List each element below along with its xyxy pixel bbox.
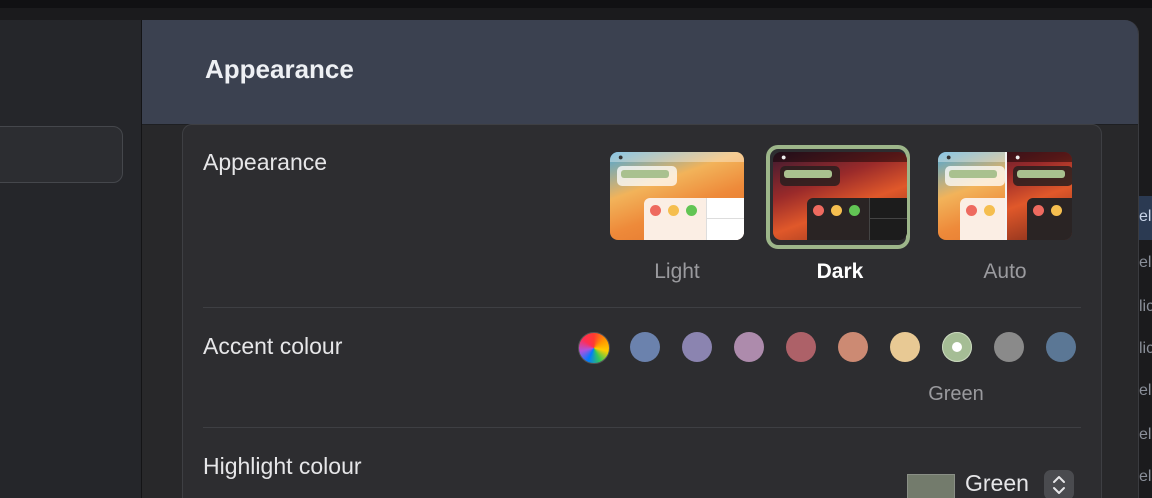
highlight-popup-button[interactable] — [1044, 470, 1074, 498]
edge-text: el — [1139, 208, 1152, 225]
accent-swatch-graphite[interactable] — [994, 332, 1024, 362]
top-bar — [0, 0, 1152, 8]
accent-colour-label: Accent colour — [203, 333, 343, 359]
edge-text: el — [1139, 382, 1152, 399]
window-header: Appearance — [142, 20, 1138, 125]
row-divider — [203, 427, 1081, 428]
theme-option-auto[interactable]: ● ● Auto — [937, 152, 1073, 284]
edge-text: lic — [1139, 340, 1152, 357]
selected-dot-icon — [952, 342, 962, 352]
settings-window: Appearance Appearance ● Light ● Dark ● ●… — [142, 20, 1139, 498]
row-divider — [203, 307, 1081, 308]
sidebar-search-field[interactable] — [0, 126, 123, 183]
accent-swatch-red[interactable] — [786, 332, 816, 362]
highlight-colour-value[interactable]: Green — [965, 470, 1029, 497]
light-theme-thumbnail: ● — [610, 152, 744, 240]
theme-label-auto: Auto — [983, 260, 1027, 283]
auto-theme-thumbnail: ● ● — [938, 152, 1072, 240]
accent-swatch-multicolour[interactable] — [578, 332, 610, 364]
edge-text: el — [1139, 254, 1152, 271]
theme-option-dark[interactable]: ● Dark — [766, 145, 910, 284]
edge-text: lic — [1139, 298, 1152, 315]
edge-text: el — [1139, 468, 1152, 485]
accent-swatch-orange[interactable] — [838, 332, 868, 362]
accent-swatch-blue[interactable] — [630, 332, 660, 362]
accent-swatch-steel[interactable] — [1046, 332, 1076, 362]
highlight-colour-label: Highlight colour — [203, 453, 362, 479]
theme-option-light[interactable]: ● Light — [609, 152, 745, 284]
highlight-colour-swatch — [907, 474, 955, 498]
accent-swatch-green[interactable] — [942, 332, 972, 362]
edge-text: el — [1139, 426, 1152, 443]
theme-label-light: Light — [654, 260, 700, 283]
appearance-panel: Appearance ● Light ● Dark ● ● Auto Accen… — [182, 124, 1102, 498]
dark-theme-thumbnail: ● — [766, 145, 910, 249]
accent-swatch-pink[interactable] — [734, 332, 764, 362]
accent-swatch-yellow[interactable] — [890, 332, 920, 362]
accent-selected-name: Green — [928, 383, 984, 405]
page-title: Appearance — [205, 54, 354, 84]
theme-label-dark: Dark — [816, 260, 864, 283]
accent-swatch-purple[interactable] — [682, 332, 712, 362]
appearance-label: Appearance — [203, 149, 328, 175]
sidebar — [0, 20, 142, 498]
chevron-updown-icon — [1053, 476, 1065, 494]
